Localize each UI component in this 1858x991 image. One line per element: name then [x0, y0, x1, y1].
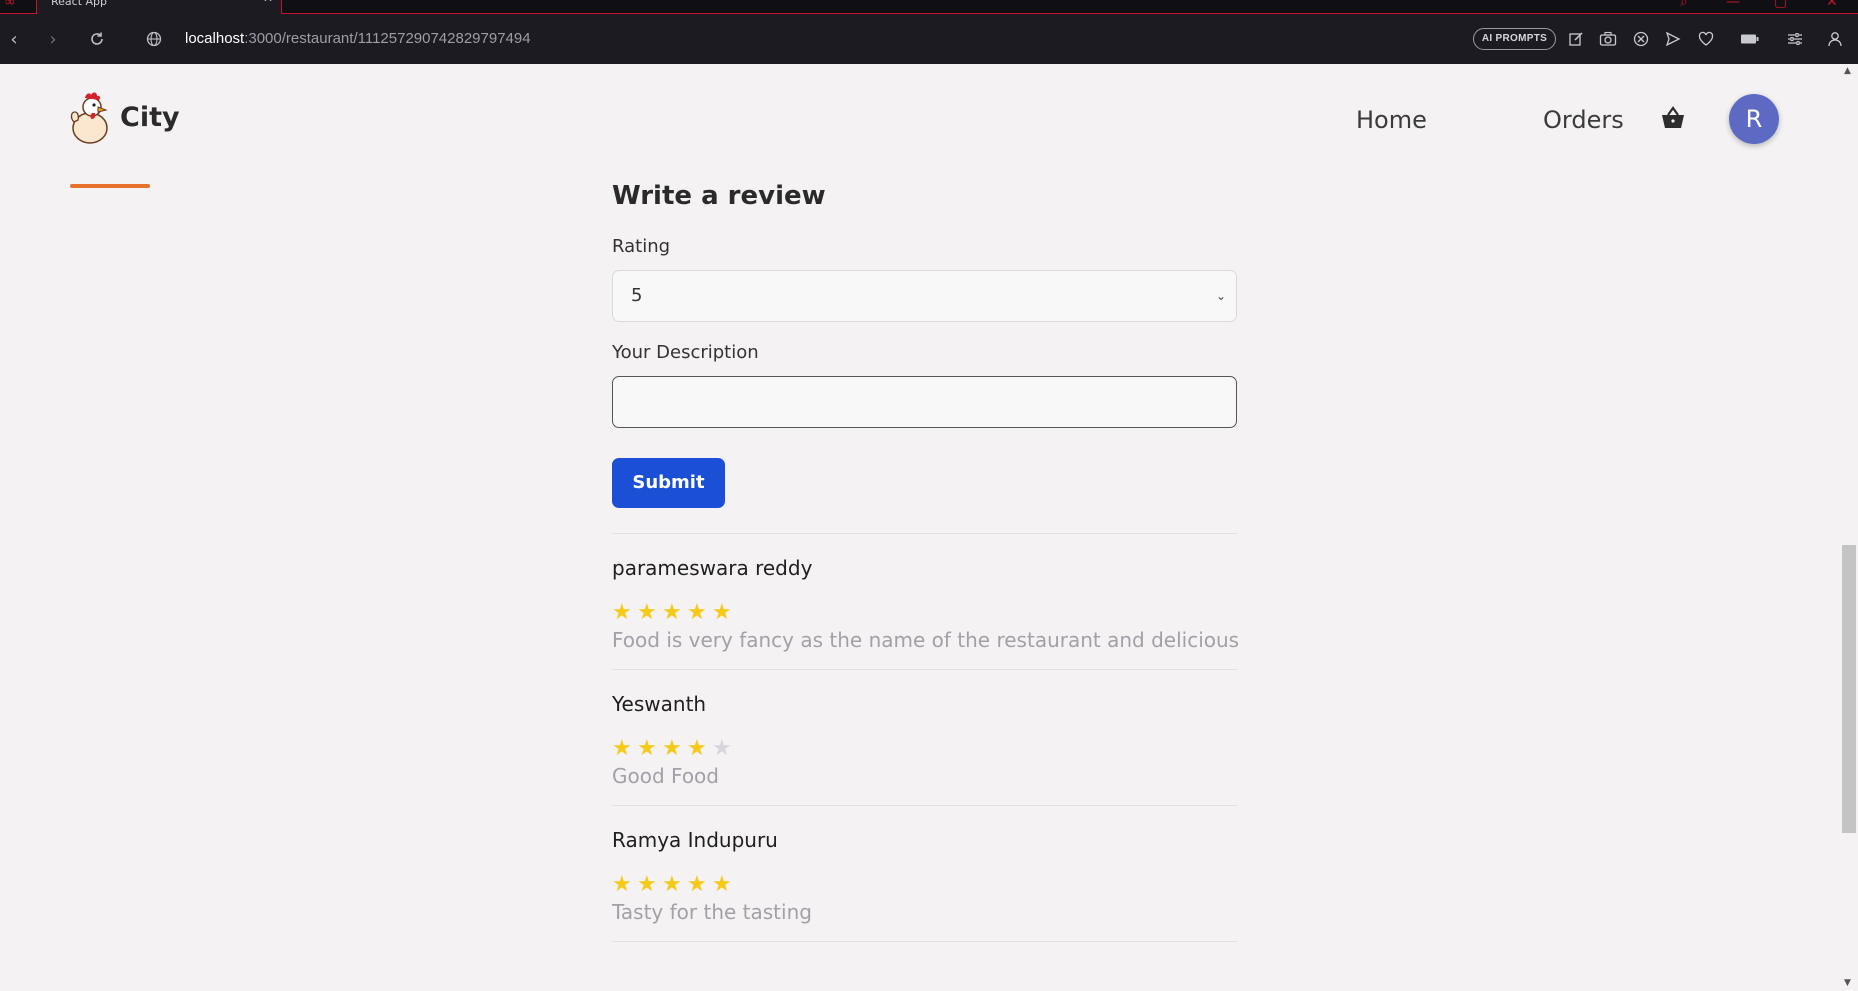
settings-sliders-icon[interactable] [1783, 27, 1807, 51]
battery-icon[interactable] [1738, 27, 1762, 51]
camera-icon[interactable] [1596, 27, 1620, 51]
description-label: Your Description [612, 342, 759, 363]
star-rating: ★ ★ ★ ★ ★ [612, 602, 737, 624]
description-input[interactable] [612, 376, 1237, 428]
star-filled-icon: ★ [662, 600, 682, 625]
rating-selected-value: 5 [631, 285, 643, 306]
star-rating: ★ ★ ★ ★ ★ [612, 738, 737, 760]
star-filled-icon: ★ [687, 736, 707, 761]
browser-tab[interactable]: React App ✕ [36, 0, 282, 14]
block-icon[interactable] [1629, 27, 1653, 51]
minimize-icon[interactable]: — [1726, 0, 1740, 10]
star-filled-icon: ★ [662, 736, 682, 761]
review-text: Tasty for the tasting [612, 900, 812, 924]
ai-prompts-button[interactable]: AI PROMPTS [1473, 28, 1556, 50]
star-filled-icon: ★ [637, 872, 657, 897]
reviewer-name: Yeswanth [612, 692, 707, 716]
avatar[interactable]: R [1729, 94, 1779, 144]
chicken-logo-icon[interactable] [68, 92, 112, 144]
maximize-icon[interactable]: ▢ [1774, 0, 1787, 10]
review-item: parameswara reddy ★ ★ ★ ★ ★ Food is very fan… [612, 534, 1240, 670]
review-form-title: Write a review [612, 181, 826, 211]
chevron-down-icon: ⌄ [1215, 289, 1226, 303]
site-info-icon[interactable] [142, 27, 166, 51]
brand-name[interactable]: City [120, 102, 180, 133]
star-filled-icon: ★ [612, 736, 632, 761]
reviewer-name: parameswara reddy [612, 556, 813, 580]
site-header: City Home Orders R [0, 64, 1840, 174]
star-filled-icon: ★ [662, 872, 682, 897]
forward-icon[interactable]: › [41, 27, 65, 51]
star-filled-icon: ★ [712, 600, 732, 625]
scrollbar-thumb[interactable] [1842, 545, 1856, 833]
reviewer-name: Ramya Indupuru [612, 828, 778, 852]
review-section: Write a review Rating 5 ⌄ Your Descripti… [612, 176, 1240, 942]
review-item: Ramya Indupuru ★ ★ ★ ★ ★ Tasty for the tasti… [612, 806, 1237, 942]
browser-toolbar: ‹ › localhost:3000/restaurant/1112572907… [0, 14, 1858, 64]
rating-select[interactable]: 5 ⌄ [612, 270, 1237, 322]
scrollbar-track[interactable] [1840, 64, 1858, 991]
star-filled-icon: ★ [637, 736, 657, 761]
submit-button[interactable]: Submit [612, 458, 725, 508]
star-filled-icon: ★ [612, 872, 632, 897]
scroll-up-icon[interactable]: ▲ [1844, 66, 1851, 76]
close-window-icon[interactable]: ✕ [1826, 0, 1838, 10]
search-tabs-icon[interactable]: ⌕ [1680, 0, 1688, 10]
nav-home[interactable]: Home [1356, 106, 1427, 134]
reload-icon[interactable] [85, 27, 109, 51]
review-text: Food is very fancy as the name of the re… [612, 628, 1240, 652]
review-item: Yeswanth ★ ★ ★ ★ ★ Good Food [612, 670, 1237, 806]
cart-icon[interactable] [1659, 104, 1687, 132]
star-rating: ★ ★ ★ ★ ★ [612, 874, 737, 896]
star-filled-icon: ★ [612, 600, 632, 625]
browser-menu-icon[interactable]: ∞ [4, 0, 16, 10]
scroll-down-icon[interactable]: ▼ [1844, 978, 1851, 988]
profile-icon[interactable] [1823, 27, 1847, 51]
star-filled-icon: ★ [637, 600, 657, 625]
browser-tab-strip: ∞ React App ✕ ⌕ — ▢ ✕ [0, 0, 1858, 14]
active-nav-indicator [70, 184, 150, 188]
nav-orders[interactable]: Orders [1543, 106, 1624, 134]
rating-label: Rating [612, 236, 671, 257]
heart-icon[interactable] [1694, 27, 1718, 51]
star-filled-icon: ★ [712, 872, 732, 897]
reviews-list: parameswara reddy ★ ★ ★ ★ ★ Food is very fan… [612, 534, 1240, 942]
send-icon[interactable] [1661, 27, 1685, 51]
star-empty-icon: ★ [712, 736, 732, 761]
edit-icon[interactable] [1564, 27, 1588, 51]
back-icon[interactable]: ‹ [2, 27, 26, 51]
star-filled-icon: ★ [687, 872, 707, 897]
tab-title: React App [51, 0, 108, 8]
star-filled-icon: ★ [687, 600, 707, 625]
url-bar[interactable]: localhost:3000/restaurant/11125729074282… [185, 30, 531, 47]
review-text: Good Food [612, 764, 719, 788]
